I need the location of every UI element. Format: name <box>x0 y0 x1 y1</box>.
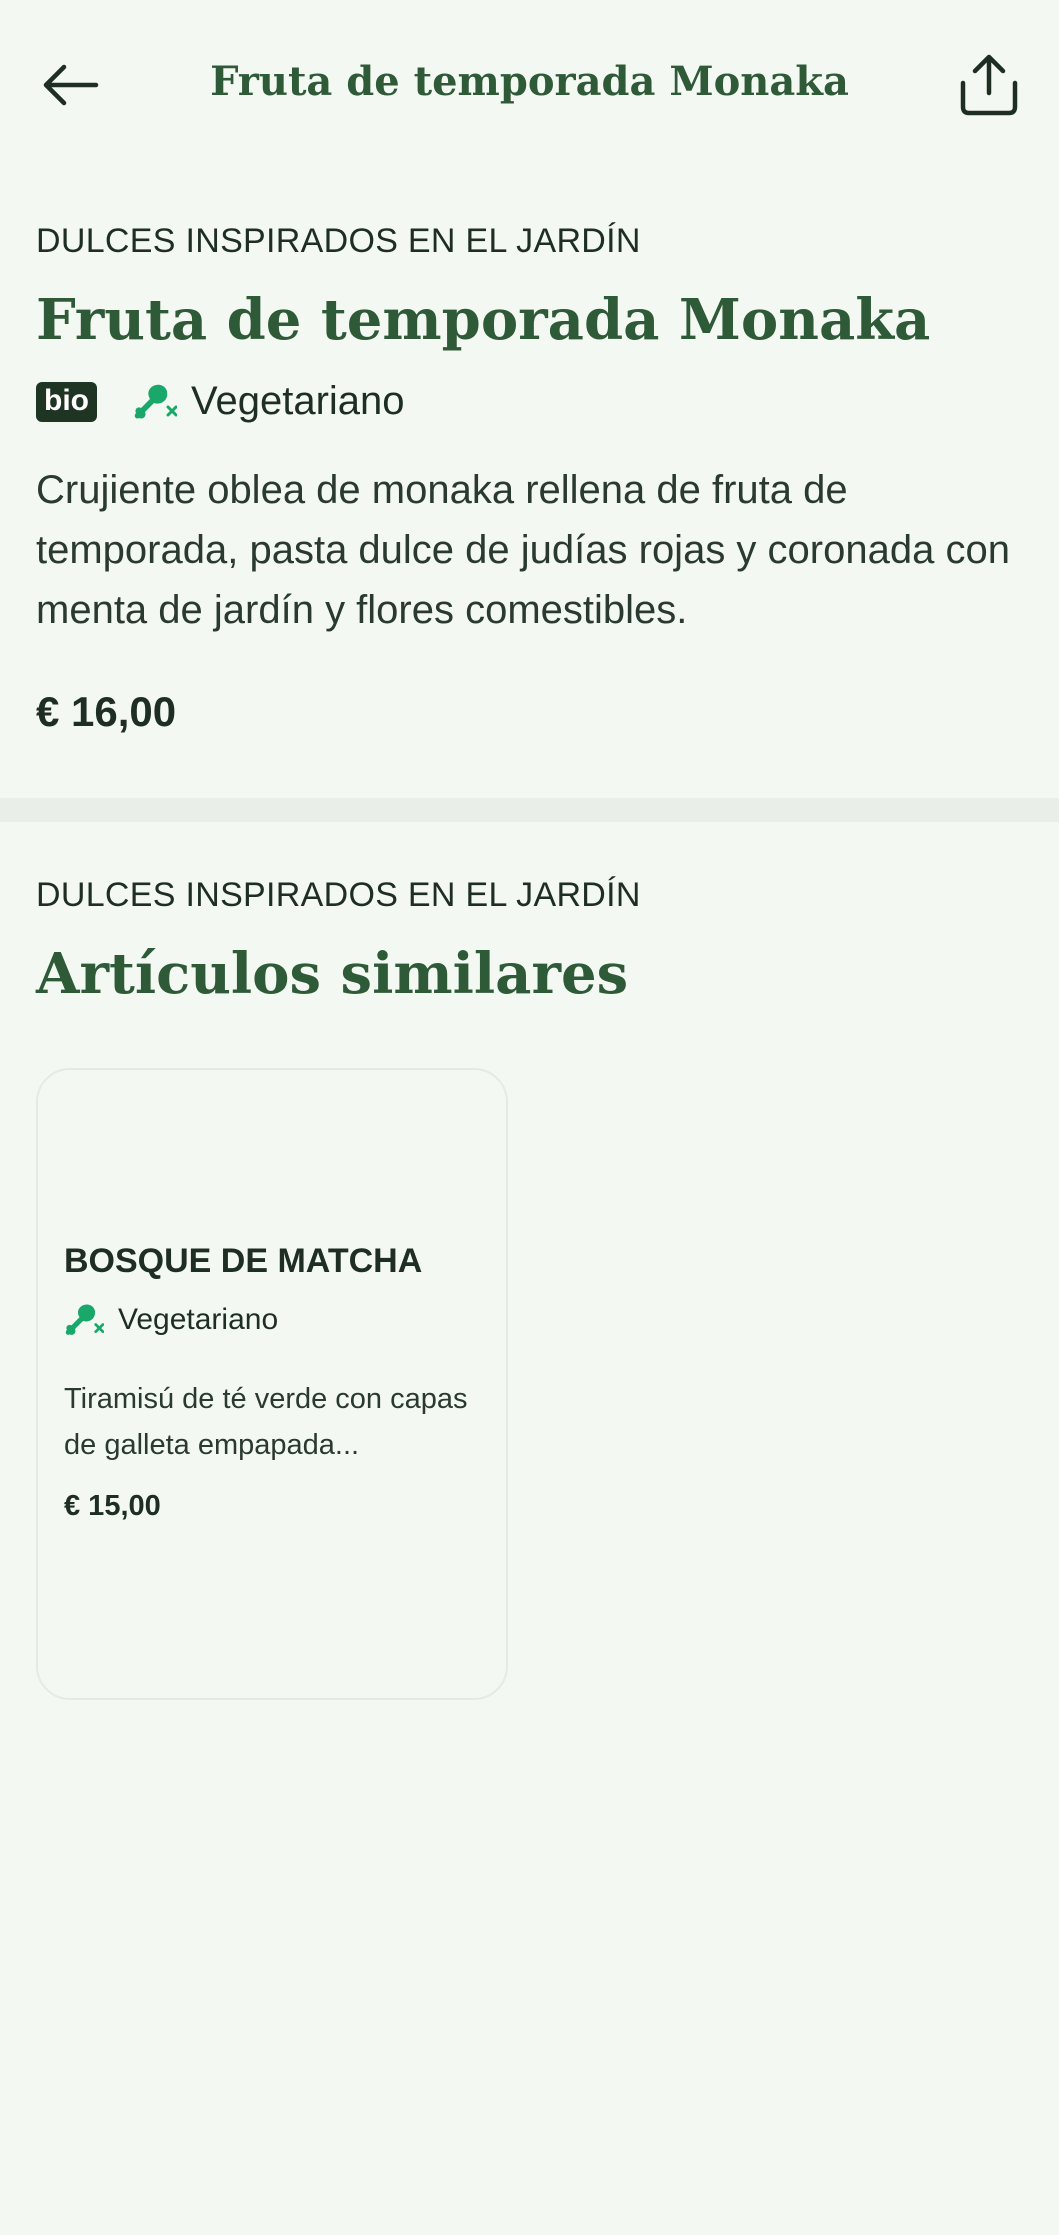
product-category: DULCES INSPIRADOS EN EL JARDÍN <box>36 222 641 260</box>
product-price: € 16,00 <box>36 688 177 735</box>
similar-item-price: € 15,00 <box>64 1490 161 1522</box>
similar-item-tags: Vegetariano <box>64 1302 278 1338</box>
product-tags: bio Vegetariano <box>36 379 1026 424</box>
arrow-left-icon <box>43 64 99 106</box>
share-button[interactable] <box>949 45 1029 125</box>
drumstick-crossed-icon <box>133 382 177 422</box>
similar-category: DULCES INSPIRADOS EN EL JARDÍN <box>36 876 641 914</box>
share-icon <box>960 54 1018 116</box>
similar-item-name: BOSQUE DE MATCHA <box>64 1242 423 1280</box>
header-title: Fruta de temporada Monaka <box>210 58 849 105</box>
similar-items-section: DULCES INSPIRADOS EN EL JARDÍN Artículos… <box>36 876 1026 1007</box>
section-divider <box>0 798 1059 822</box>
similar-item-diet-label: Vegetariano <box>118 1303 279 1336</box>
bio-badge: bio <box>36 381 97 422</box>
product-description: Crujiente oblea de monaka rellena de fru… <box>36 468 1010 632</box>
top-app-bar: Fruta de temporada Monaka <box>0 0 1059 170</box>
similar-item-description: Tiramisú de té verde con capas de gallet… <box>64 1383 468 1461</box>
back-button[interactable] <box>30 45 110 125</box>
product-details: DULCES INSPIRADOS EN EL JARDÍN Fruta de … <box>36 222 1026 736</box>
diet-label: Vegetariano <box>191 379 405 423</box>
similar-heading: Artículos similares <box>36 941 629 1007</box>
similar-item-card[interactable]: BOSQUE DE MATCHA Vegetariano Tiramisú de… <box>36 1068 508 1700</box>
product-name: Fruta de temporada Monaka <box>36 287 931 353</box>
drumstick-crossed-icon <box>64 1302 104 1338</box>
